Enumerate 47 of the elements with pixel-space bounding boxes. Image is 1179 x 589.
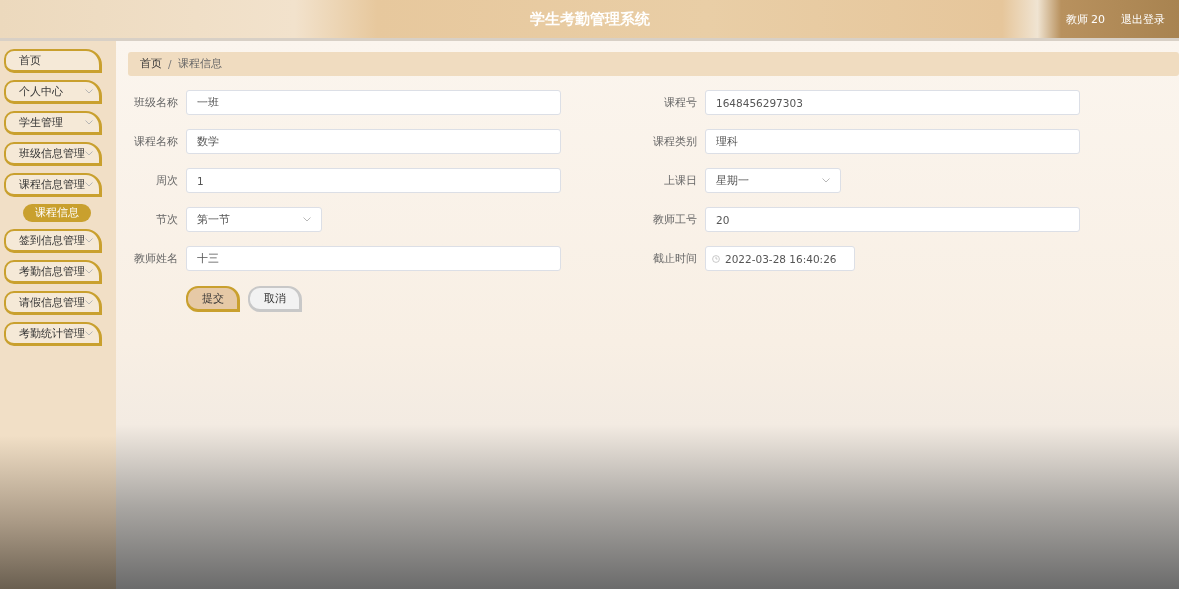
- menu-item[interactable]: 请假信息管理: [4, 291, 102, 315]
- chevron-down-icon: [85, 238, 93, 243]
- chevron-down-icon: [85, 120, 93, 125]
- breadcrumb-item[interactable]: 课程信息: [177, 57, 222, 71]
- text-field[interactable]: 理科: [705, 129, 1080, 154]
- field-label: 班级名称: [133, 95, 178, 110]
- menu-item[interactable]: 考勤信息管理: [4, 260, 102, 284]
- menu-item[interactable]: 考勤统计管理: [4, 322, 102, 346]
- user-label: 教师 20: [1065, 11, 1105, 27]
- clock-icon: [712, 254, 720, 263]
- field-label: 上课日: [663, 173, 697, 188]
- menu-item[interactable]: 签到信息管理: [4, 229, 102, 253]
- menu-item[interactable]: 班级信息管理: [4, 142, 102, 166]
- text-field[interactable]: 1648456297303: [705, 90, 1080, 115]
- text-field[interactable]: 十三: [186, 246, 561, 271]
- chevron-down-icon: [822, 178, 830, 183]
- chevron-down-icon: [303, 217, 311, 222]
- field-label: 课程名称: [133, 134, 178, 149]
- chevron-down-icon: [85, 89, 93, 94]
- breadcrumb-item[interactable]: 首页: [140, 57, 162, 71]
- chevron-down-icon: [85, 151, 93, 156]
- menu-item[interactable]: 课程信息管理: [4, 173, 102, 197]
- app-title: 学生考勤管理系统: [529, 9, 650, 29]
- chevron-down-icon: [85, 300, 93, 305]
- chevron-down-icon: [85, 331, 93, 336]
- text-field[interactable]: 1: [186, 168, 561, 193]
- chevron-down-icon: [85, 269, 93, 274]
- date-time-field[interactable]: 2022-03-28 16:40:26: [705, 246, 855, 271]
- field-label: 教师工号: [652, 212, 697, 227]
- text-field[interactable]: 一班: [186, 90, 561, 115]
- breadcrumb-separator: /: [168, 58, 172, 70]
- field-label: 截止时间: [652, 251, 697, 266]
- chevron-down-icon: [85, 182, 93, 187]
- select-field[interactable]: 第一节: [186, 207, 322, 232]
- submit-button[interactable]: 提交: [186, 286, 240, 312]
- field-label: 课程号: [663, 95, 697, 110]
- cancel-button[interactable]: 取消: [248, 286, 302, 312]
- field-label: 教师姓名: [133, 251, 178, 266]
- field-label: 课程类别: [652, 134, 697, 149]
- text-field[interactable]: 数学: [186, 129, 561, 154]
- text-field[interactable]: 20: [705, 207, 1080, 232]
- field-label: 周次: [155, 173, 178, 188]
- menu-item[interactable]: 个人中心: [4, 80, 102, 104]
- field-label: 节次: [155, 212, 178, 227]
- menu-item[interactable]: 首页: [4, 49, 102, 73]
- select-field[interactable]: 星期一: [705, 168, 841, 193]
- menu-item[interactable]: 学生管理: [4, 111, 102, 135]
